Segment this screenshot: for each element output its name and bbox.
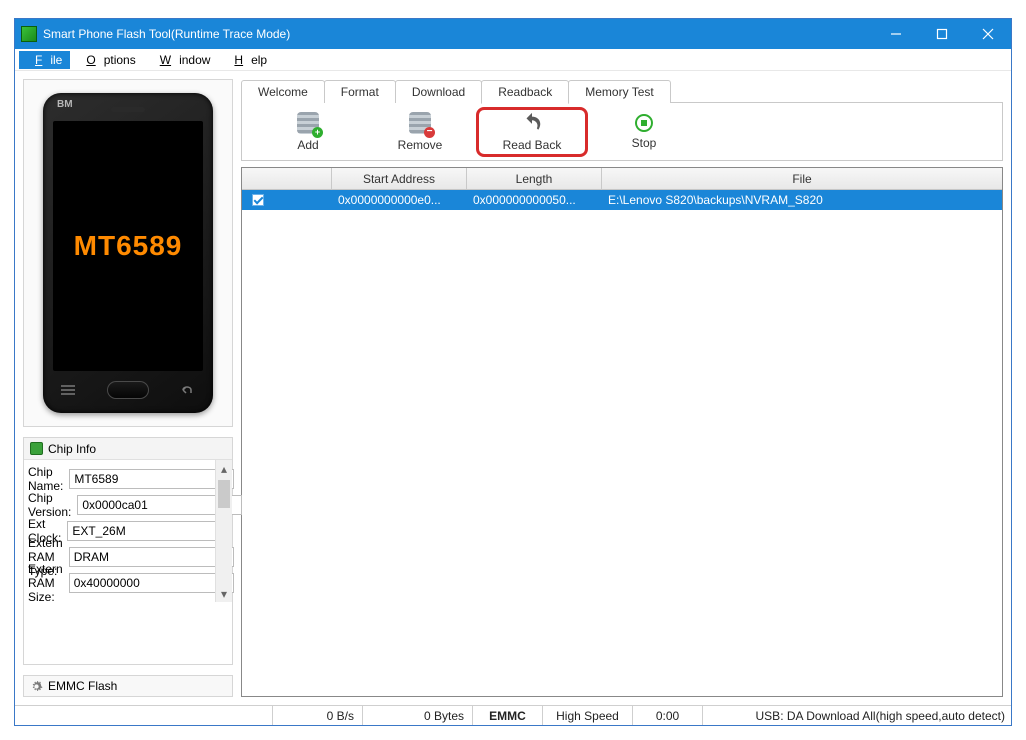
titlebar: Smart Phone Flash Tool(Runtime Trace Mod… [15,19,1011,49]
tab-bar: Welcome Format Download Readback Memory … [241,79,1003,103]
ram-type-field[interactable] [69,547,234,567]
chip-version-label: Chip Version: [28,491,71,519]
chip-icon [30,442,43,455]
row-length: 0x000000000050... [467,190,602,210]
status-storage: EMMC [472,706,542,725]
menu-window[interactable]: Window [144,51,219,69]
readback-toolbar: + Add − Remove Read Back Stop [241,103,1003,161]
col-length[interactable]: Length [467,168,602,189]
chip-info-title: Chip Info [48,442,96,456]
maximize-button[interactable] [919,19,965,49]
row-start: 0x0000000000e0... [332,190,467,210]
col-start-address[interactable]: Start Address [332,168,467,189]
add-button[interactable]: + Add [252,107,364,157]
status-rate: 0 B/s [272,706,362,725]
menu-options[interactable]: Options [70,51,143,69]
phone-brand: BM [57,99,73,110]
status-usb: USB: DA Download All(high speed,auto det… [702,706,1011,725]
row-checkbox[interactable] [252,194,264,206]
database-add-icon: + [297,112,319,134]
tab-download[interactable]: Download [395,80,482,103]
progress-bar [16,708,272,724]
menubar: File Options Window Help [15,49,1011,71]
chip-name-label: Chip Name: [28,465,63,493]
chip-name-field[interactable] [69,469,234,489]
home-key-icon [107,381,149,399]
row-file: E:\Lenovo S820\backups\NVRAM_S820 [602,190,1002,210]
chip-info-scrollbar[interactable]: ▴▾ [215,460,232,602]
ram-size-label: Extern RAM Size: [28,562,63,604]
emmc-flash-panel[interactable]: EMMC Flash [23,675,233,697]
tab-memory-test[interactable]: Memory Test [568,80,670,103]
tab-welcome[interactable]: Welcome [241,80,325,103]
status-time: 0:00 [632,706,702,725]
tab-readback[interactable]: Readback [481,80,569,104]
database-remove-icon: − [409,112,431,134]
emmc-title: EMMC Flash [48,679,117,693]
readback-table[interactable]: Start Address Length File 0x0000000000e0… [241,167,1003,697]
app-icon [21,26,37,42]
read-back-button[interactable]: Read Back [476,107,588,157]
status-speed: High Speed [542,706,632,725]
phone-chip-label: MT6589 [74,230,183,262]
menu-key-icon [58,383,78,397]
phone-preview: BM MT6589 [23,79,233,427]
window-title: Smart Phone Flash Tool(Runtime Trace Mod… [43,27,290,41]
minimize-button[interactable] [873,19,919,49]
stop-icon [635,114,653,132]
col-checkbox[interactable] [242,168,332,189]
close-button[interactable] [965,19,1011,49]
status-bar: 0 B/s 0 Bytes EMMC High Speed 0:00 USB: … [15,705,1011,725]
status-bytes: 0 Bytes [362,706,472,725]
back-key-icon [178,383,198,397]
chip-info-panel: Chip Info Chip Name: Chip Version: Ext C… [23,437,233,665]
col-file[interactable]: File [602,168,1002,189]
stop-button[interactable]: Stop [588,107,700,157]
app-window: Smart Phone Flash Tool(Runtime Trace Mod… [14,18,1012,726]
ram-size-field[interactable] [69,573,234,593]
tab-format[interactable]: Format [324,80,396,103]
gear-icon [30,680,43,693]
ext-clock-field[interactable] [67,521,232,541]
menu-help[interactable]: Help [218,51,275,69]
undo-arrow-icon [521,112,543,134]
menu-file[interactable]: File [19,51,70,69]
table-row[interactable]: 0x0000000000e0... 0x000000000050... E:\L… [242,190,1002,210]
remove-button[interactable]: − Remove [364,107,476,157]
